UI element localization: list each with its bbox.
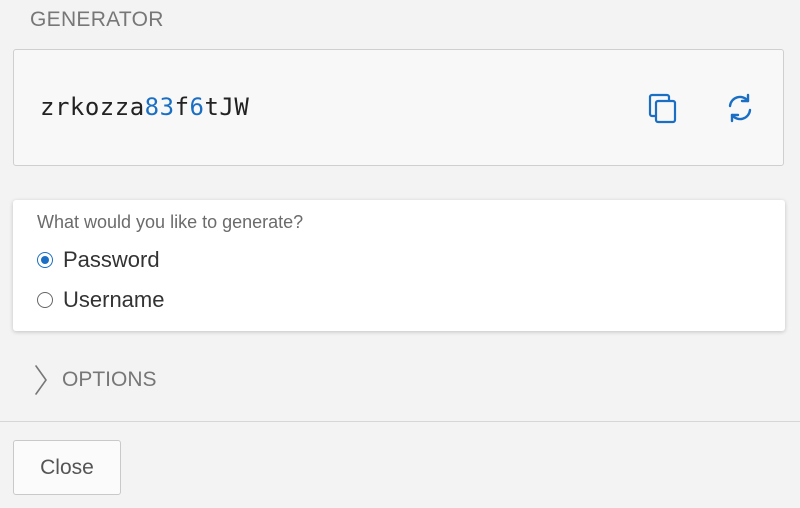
options-label: OPTIONS xyxy=(62,368,157,391)
copy-icon xyxy=(648,93,677,124)
generate-type-card: What would you like to generate? Passwor… xyxy=(13,200,785,331)
refresh-icon xyxy=(728,93,752,123)
radio-label: Username xyxy=(63,287,165,312)
radio-option-password[interactable]: Password xyxy=(37,247,160,273)
generated-password[interactable]: zrkozza83f6tJW xyxy=(40,93,249,121)
options-toggle[interactable]: OPTIONS xyxy=(34,364,157,396)
section-title: GENERATOR xyxy=(30,8,164,31)
password-part: f xyxy=(174,93,190,121)
password-part: 6 xyxy=(189,93,205,121)
generate-type-question: What would you like to generate? xyxy=(37,212,304,232)
copy-button[interactable] xyxy=(645,90,681,126)
password-part: tJW xyxy=(204,93,250,121)
regenerate-button[interactable] xyxy=(722,90,758,126)
chevron-right-icon xyxy=(35,365,47,395)
radio-option-username[interactable]: Username xyxy=(37,287,164,313)
radio-button[interactable] xyxy=(37,292,53,308)
generated-value-box: zrkozza83f6tJW xyxy=(13,49,784,166)
password-part: zrkozza xyxy=(40,93,145,121)
radio-button[interactable] xyxy=(37,252,53,268)
footer-divider xyxy=(0,421,800,422)
password-part: 83 xyxy=(144,93,175,121)
close-button[interactable]: Close xyxy=(13,440,121,495)
radio-label: Password xyxy=(63,247,160,272)
